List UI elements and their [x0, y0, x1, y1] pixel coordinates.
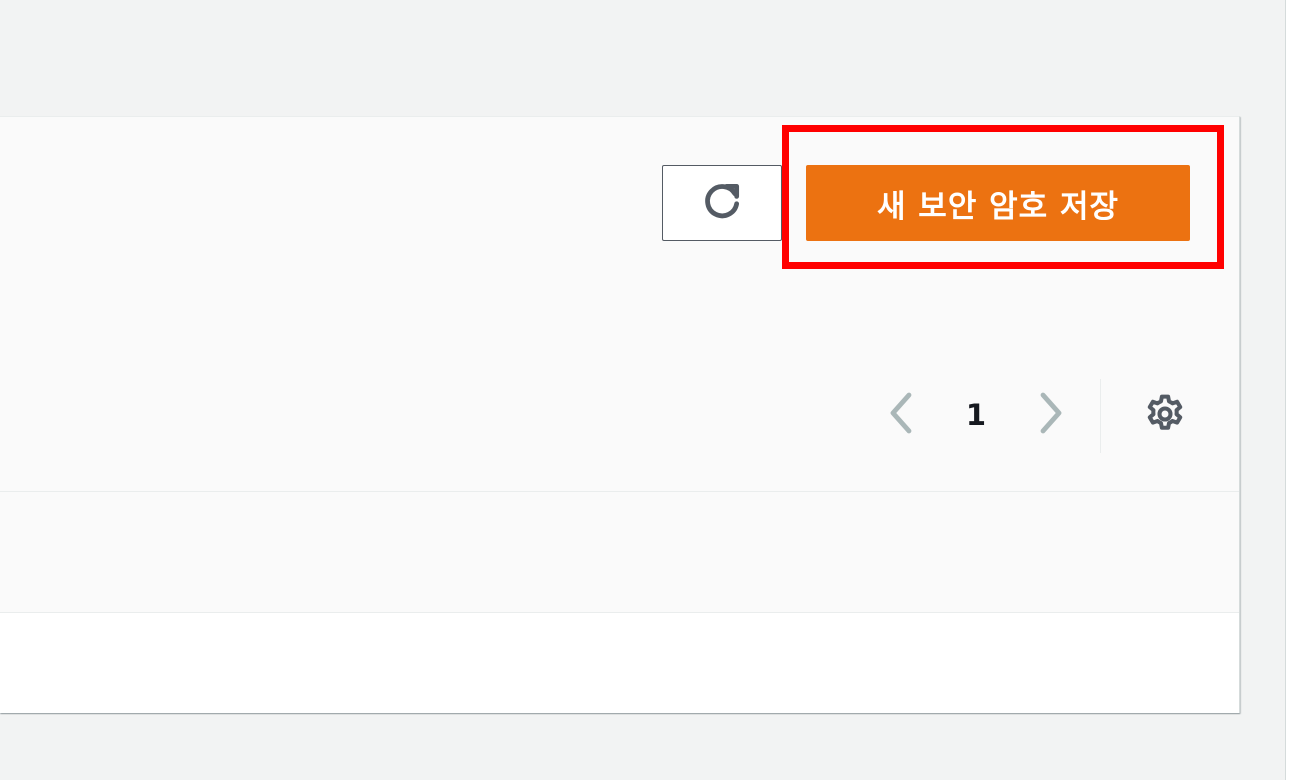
gear-icon	[1143, 392, 1187, 440]
next-page-button[interactable]	[1028, 391, 1072, 439]
secrets-panel: 새 보안 암호 저장 1	[0, 116, 1240, 713]
pagination-divider	[1100, 379, 1101, 453]
refresh-button[interactable]	[662, 165, 782, 241]
preferences-button[interactable]	[1140, 391, 1190, 441]
page: 새 보안 암호 저장 1	[0, 0, 1302, 780]
store-new-secret-button[interactable]: 새 보안 암호 저장	[806, 165, 1190, 241]
chevron-right-icon	[1033, 391, 1067, 439]
table-body	[0, 613, 1239, 713]
scrollbar[interactable]	[1285, 0, 1302, 780]
refresh-icon	[700, 179, 744, 227]
table-header	[0, 491, 1239, 613]
previous-page-button[interactable]	[880, 391, 924, 439]
pagination: 1	[880, 379, 1072, 451]
current-page-number[interactable]: 1	[924, 398, 1028, 432]
chevron-left-icon	[885, 391, 919, 439]
